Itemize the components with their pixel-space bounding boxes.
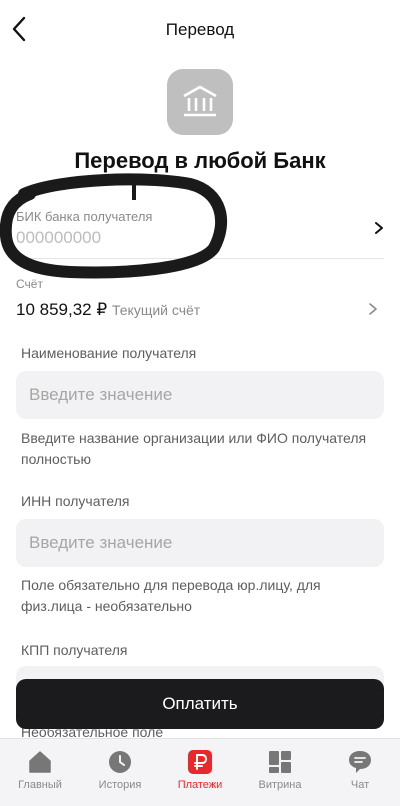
tab-label: История xyxy=(98,779,142,791)
tab-chat[interactable]: Чат xyxy=(320,739,400,806)
ruble-icon xyxy=(188,750,212,774)
bik-label: БИК банка получателя xyxy=(16,209,153,224)
tab-bar: Главный История Платежи Витрина Чат xyxy=(0,738,400,806)
recipient-name-label: Наименование получателя xyxy=(21,345,197,361)
pay-button[interactable]: Оплатить xyxy=(16,679,384,729)
tab-payments[interactable]: Платежи xyxy=(160,739,240,806)
account-balance: 10 859,32 ₽ xyxy=(16,300,108,319)
account-label: Счёт xyxy=(16,277,43,291)
bik-input[interactable] xyxy=(16,228,316,248)
inn-input[interactable] xyxy=(16,519,384,567)
kpp-label: КПП получателя xyxy=(21,642,128,658)
inn-label: ИНН получателя xyxy=(21,493,130,509)
chevron-right-icon xyxy=(369,303,377,315)
chevron-right-icon xyxy=(375,222,383,234)
bank-building-icon xyxy=(167,69,233,135)
grid-icon xyxy=(269,751,291,773)
account-selector[interactable]: Счёт 10 859,32 ₽ Текущий счёт xyxy=(16,270,384,328)
account-name: Текущий счёт xyxy=(112,302,201,318)
tab-label: Платежи xyxy=(177,779,223,791)
header-title: Перевод xyxy=(165,20,235,39)
clock-icon xyxy=(109,751,131,773)
home-icon xyxy=(29,751,51,773)
recipient-name-input[interactable] xyxy=(16,371,384,419)
recipient-name-hint: Введите название организации или ФИО пол… xyxy=(21,430,367,467)
page-title: Перевод в любой Банк xyxy=(74,148,326,173)
tab-history[interactable]: История xyxy=(80,739,160,806)
tab-showcase[interactable]: Витрина xyxy=(240,739,320,806)
bik-field[interactable]: БИК банка получателя xyxy=(16,195,384,259)
inn-hint: Поле обязательно для перевода юр.лицу, д… xyxy=(21,577,321,614)
chat-icon xyxy=(349,751,371,773)
tab-label: Чат xyxy=(350,779,370,791)
tab-label: Витрина xyxy=(258,779,302,791)
tab-label: Главный xyxy=(18,779,62,791)
header: Перевод xyxy=(0,0,400,60)
tab-home[interactable]: Главный xyxy=(0,739,80,806)
